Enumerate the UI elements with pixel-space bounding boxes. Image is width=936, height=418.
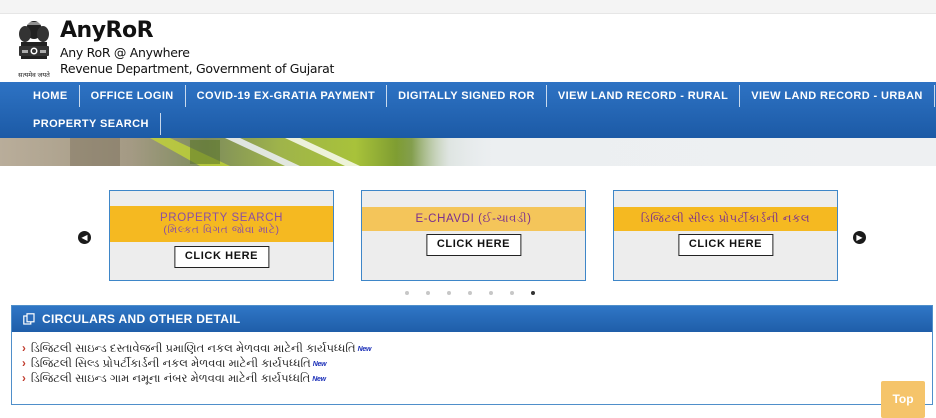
card-banner: PROPERTY SEARCH (મિલ્કત વિગત જોવા માટે) (110, 206, 333, 242)
card-property-search[interactable]: PROPERTY SEARCH (મિલ્કત વિગત જોવા માટે) … (109, 190, 334, 281)
copy-icon (23, 313, 35, 325)
card-subtitle: (મિલ્કત વિગત જોવા માટે) (163, 224, 280, 236)
new-badge: New (357, 346, 372, 353)
new-badge: New (312, 361, 327, 368)
click-here-button[interactable]: CLICK HERE (677, 234, 774, 256)
top-strip (0, 0, 936, 14)
circulars-heading: CIRCULARS AND OTHER DETAIL (42, 312, 241, 326)
chevron-right-icon: › (22, 343, 26, 355)
nav-item-view-land-record-urban[interactable]: VIEW LAND RECORD - URBAN (740, 85, 935, 107)
service-carousel: ◀ ▶ PROPERTY SEARCH (મિલ્કત વિગત જોવા મા… (0, 166, 936, 304)
nav-item-property-search[interactable]: PROPERTY SEARCH (22, 113, 161, 135)
carousel-prev-button[interactable]: ◀ (78, 231, 91, 244)
carousel-pagination (405, 291, 552, 295)
new-badge: New (312, 376, 326, 383)
card-digitally-sealed-property-card[interactable]: ડિજિટલી સીલ્ડ પ્રોપર્ટીકાર્ડની નકલ CLICK… (613, 190, 838, 281)
carousel-dot[interactable] (405, 291, 409, 295)
nav-row-primary: HOME OFFICE LOGIN COVID-19 EX-GRATIA PAYME… (22, 82, 935, 110)
chevron-left-icon: ◀ (81, 233, 88, 242)
list-item: › ડિજિટલી સિલ્ડ પ્રોપર્ટીકાર્ડની નકલ મેળવ… (22, 357, 371, 372)
site-department: Revenue Department, Government of Gujara… (60, 61, 335, 76)
carousel-dot[interactable] (531, 291, 535, 295)
list-item: › ડિજિટલી સાઇન્ડ ગામ નમૂના નંબર મેળવવા મા… (22, 372, 371, 387)
carousel-dot[interactable] (426, 291, 430, 295)
site-title[interactable]: AnyRoR (60, 18, 154, 43)
nav-item-digitally-signed-ror[interactable]: DIGITALLY SIGNED ROR (387, 85, 547, 107)
chevron-right-icon: › (22, 358, 26, 370)
list-item: › ડિજિટલી સાઇન્ડ દસ્તાવેજની પ્રમાણિત નકલ … (22, 342, 371, 357)
carousel-dot[interactable] (447, 291, 451, 295)
nav-item-covid-19-ex-gratia-payment[interactable]: COVID-19 EX-GRATIA PAYMENT (186, 85, 388, 107)
site-header: सत्यमेव जयते AnyRoR Any RoR @ Anywhere R… (0, 14, 936, 82)
scroll-top-button[interactable]: Top (881, 381, 925, 418)
card-title: E-CHAVDI (ઈ-ચાવડી) (415, 213, 532, 225)
nav-item-office-login[interactable]: OFFICE LOGIN (80, 85, 186, 107)
click-here-button[interactable]: CLICK HERE (425, 234, 522, 256)
click-here-button[interactable]: CLICK HERE (173, 246, 270, 268)
circulars-list: › ડિજિટલી સાઇન્ડ દસ્તાવેજની પ્રમાણિત નકલ … (22, 342, 371, 387)
chevron-right-icon: › (22, 373, 26, 385)
carousel-dot[interactable] (510, 291, 514, 295)
card-title: ડિજિટલી સીલ્ડ પ્રોપર્ટીકાર્ડની નકલ (640, 213, 811, 225)
page: सत्यमेव जयते AnyRoR Any RoR @ Anywhere R… (0, 0, 936, 418)
nav-item-view-land-record-rural[interactable]: VIEW LAND RECORD - RURAL (547, 85, 741, 107)
circular-link[interactable]: ડિજિટલી સાઇન્ડ દસ્તાવેજની પ્રમાણિત નકલ મ… (31, 343, 356, 355)
card-banner: E-CHAVDI (ઈ-ચાવડી) (362, 207, 585, 231)
circulars-panel: CIRCULARS AND OTHER DETAIL › ડિજિટલી સાઇન… (11, 305, 933, 405)
site-tagline: Any RoR @ Anywhere (60, 45, 190, 60)
card-title: PROPERTY SEARCH (160, 212, 283, 224)
main-nav: HOME OFFICE LOGIN COVID-19 EX-GRATIA PAYME… (0, 82, 936, 138)
card-e-chavdi[interactable]: E-CHAVDI (ઈ-ચાવડી) CLICK HERE (361, 190, 586, 281)
card-banner: ડિજિટલી સીલ્ડ પ્રોપર્ટીકાર્ડની નકલ (614, 207, 837, 231)
carousel-next-button[interactable]: ▶ (853, 231, 866, 244)
nav-item-home[interactable]: HOME (22, 85, 80, 107)
circular-link[interactable]: ડિજિટલી સિલ્ડ પ્રોપર્ટીકાર્ડની નકલ મેળવવ… (31, 358, 311, 370)
carousel-dot[interactable] (468, 291, 472, 295)
carousel-dot[interactable] (489, 291, 493, 295)
emblem-caption: सत्यमेव जयते (18, 72, 50, 79)
circulars-header: CIRCULARS AND OTHER DETAIL (12, 306, 932, 332)
chevron-right-icon: ▶ (856, 233, 863, 242)
hero-banner-image (0, 138, 936, 166)
circular-link[interactable]: ડિજિટલી સાઇન્ડ ગામ નમૂના નંબર મેળવવા માટ… (31, 373, 310, 385)
nav-row-secondary: PROPERTY SEARCH (22, 110, 161, 138)
